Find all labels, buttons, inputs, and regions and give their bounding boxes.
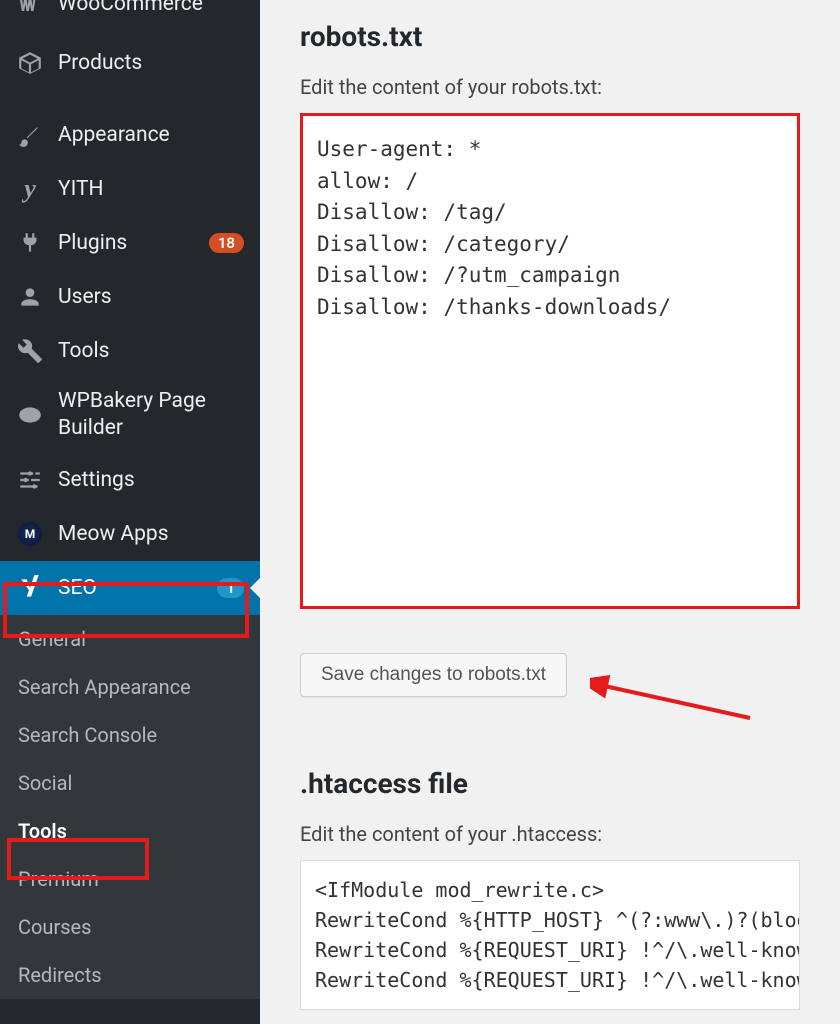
robots-textarea[interactable] — [303, 116, 797, 602]
plug-icon — [16, 229, 44, 257]
save-robots-button[interactable]: Save changes to robots.txt — [300, 653, 567, 697]
brush-icon — [16, 121, 44, 149]
sidebar-item-products[interactable]: Products — [0, 36, 260, 90]
sidebar-item-label: Users — [58, 285, 244, 309]
submenu-social[interactable]: Social — [0, 759, 260, 807]
wrench-icon — [16, 337, 44, 365]
sidebar-item-label: Products — [58, 51, 244, 75]
submenu-premium[interactable]: Premium — [0, 855, 260, 903]
sidebar-item-meow[interactable]: M Meow Apps — [0, 507, 260, 561]
sidebar-item-seo[interactable]: SEO 1 — [0, 561, 260, 615]
yith-icon: y — [16, 175, 44, 203]
box-icon — [16, 49, 44, 77]
sidebar-item-label: Tools — [58, 339, 244, 363]
robots-textarea-wrapper — [300, 113, 800, 609]
sidebar-item-appearance[interactable]: Appearance — [0, 108, 260, 162]
user-icon — [16, 283, 44, 311]
woocommerce-icon — [16, 0, 44, 18]
sidebar-item-woocommerce[interactable]: WooCommerce — [0, 0, 260, 36]
plugins-badge: 18 — [209, 233, 244, 253]
wpbakery-icon — [16, 401, 44, 429]
submenu-search-appearance[interactable]: Search Appearance — [0, 663, 260, 711]
seo-submenu: General Search Appearance Search Console… — [0, 615, 260, 999]
yoast-icon — [16, 574, 44, 602]
sidebar-item-label: Plugins — [58, 231, 191, 255]
seo-badge: 1 — [217, 578, 244, 598]
sidebar-item-wpbakery[interactable]: WPBakery Page Builder — [0, 378, 260, 453]
submenu-general[interactable]: General — [0, 615, 260, 663]
sidebar-item-tools[interactable]: Tools — [0, 324, 260, 378]
robots-description: Edit the content of your robots.txt: — [300, 75, 800, 99]
submenu-courses[interactable]: Courses — [0, 903, 260, 951]
htaccess-heading: .htaccess file — [300, 767, 800, 800]
sidebar-item-label: Settings — [58, 468, 244, 492]
admin-sidebar: WooCommerce Products Appearance y YITH P… — [0, 0, 260, 1024]
sidebar-item-label: YITH — [58, 177, 244, 201]
submenu-redirects[interactable]: Redirects — [0, 951, 260, 999]
sidebar-item-label: SEO — [58, 576, 199, 600]
submenu-tools[interactable]: Tools — [0, 807, 260, 855]
htaccess-textarea[interactable]: <IfModule mod_rewrite.c> RewriteCond %{H… — [300, 860, 800, 1010]
meow-icon: M — [16, 520, 44, 548]
sidebar-item-settings[interactable]: Settings — [0, 453, 260, 507]
sidebar-item-label: WooCommerce — [58, 0, 244, 16]
main-content: robots.txt Edit the content of your robo… — [260, 0, 840, 1024]
sidebar-item-label: Meow Apps — [58, 522, 244, 546]
sidebar-item-label: Appearance — [58, 123, 244, 147]
sliders-icon — [16, 466, 44, 494]
sidebar-item-plugins[interactable]: Plugins 18 — [0, 216, 260, 270]
submenu-search-console[interactable]: Search Console — [0, 711, 260, 759]
sidebar-item-label: WPBakery Page Builder — [58, 388, 244, 443]
sidebar-item-yith[interactable]: y YITH — [0, 162, 260, 216]
robots-heading: robots.txt — [300, 20, 800, 53]
htaccess-description: Edit the content of your .htaccess: — [300, 822, 800, 846]
sidebar-item-users[interactable]: Users — [0, 270, 260, 324]
